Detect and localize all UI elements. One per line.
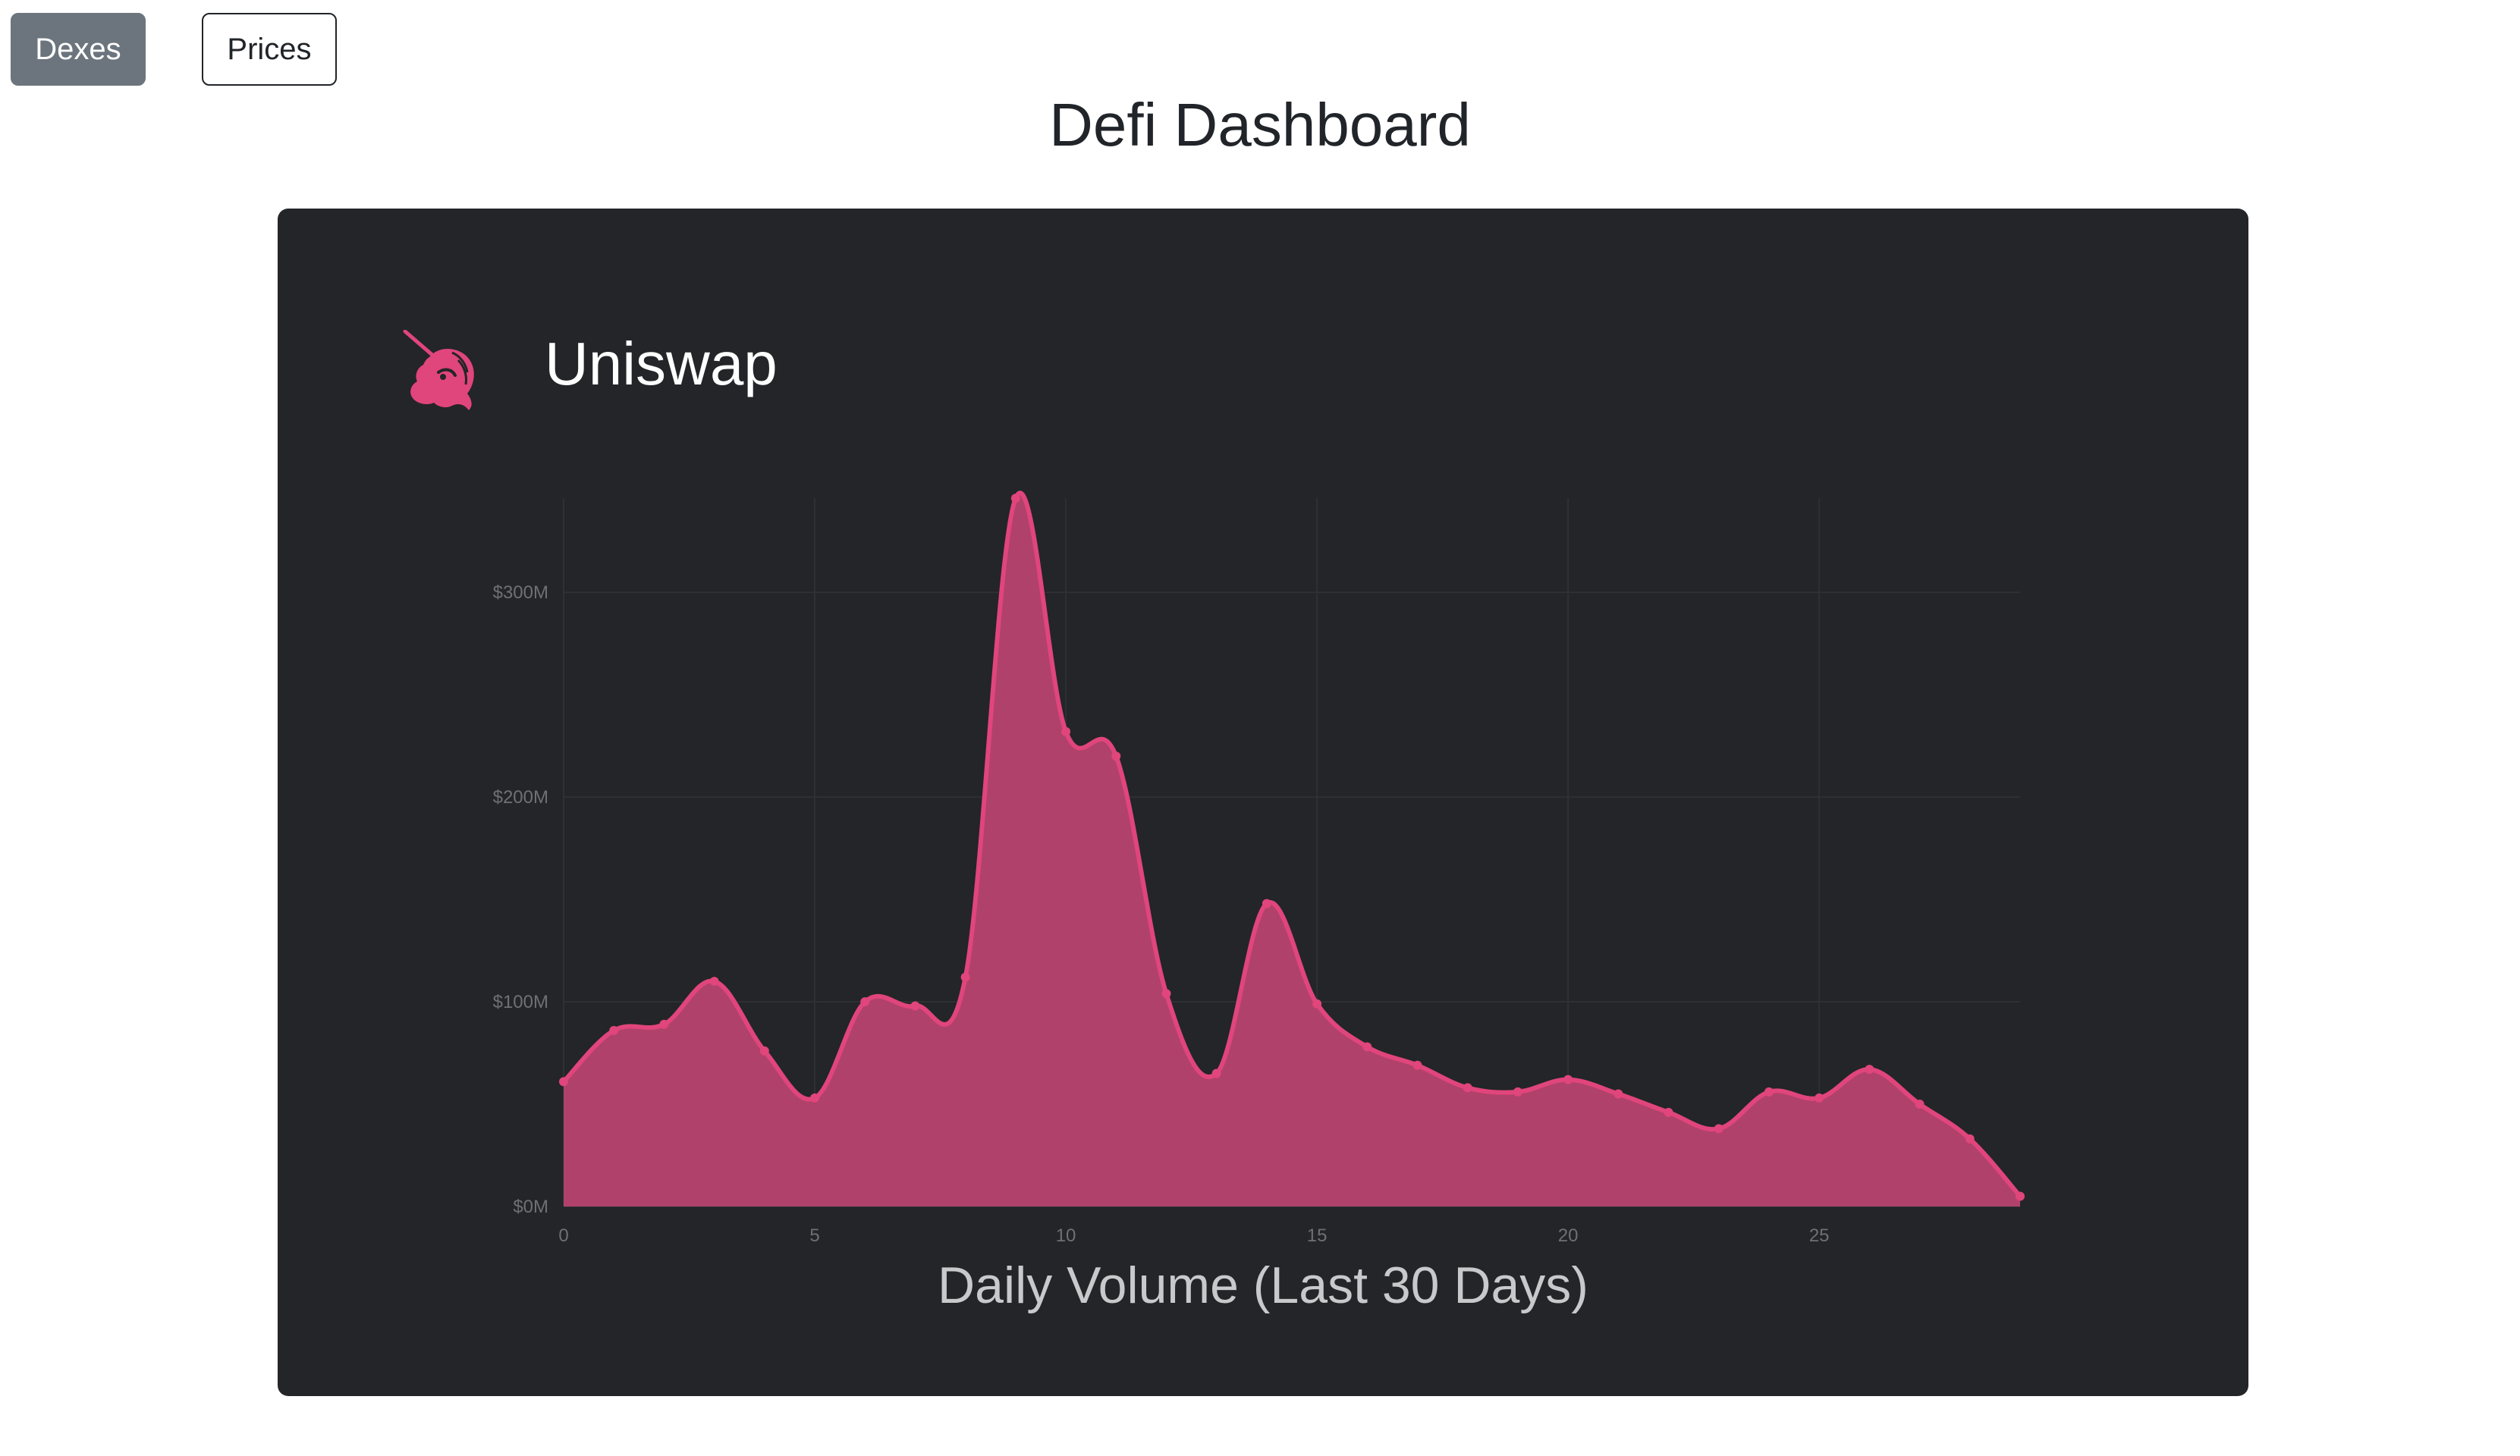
data-point: [1010, 494, 1020, 503]
data-point: [1211, 1068, 1221, 1078]
page-title: Defi Dashboard: [1049, 91, 1471, 158]
x-tick-label: 0: [558, 1225, 568, 1246]
x-axis-title: Daily Volume (Last 30 Days): [938, 1257, 1588, 1314]
x-tick-label: 10: [1056, 1225, 1076, 1246]
data-point: [659, 1019, 669, 1029]
data-point: [1613, 1089, 1623, 1099]
data-point: [1262, 899, 1271, 908]
data-point: [1463, 1083, 1472, 1093]
y-tick-label: $200M: [493, 787, 548, 808]
data-point: [1965, 1134, 1975, 1144]
top-nav: Dexes Prices: [0, 0, 2520, 91]
dex-card: Uniswap $0M $100M $200M $300M 0 5 10 15 20 25 Dai…: [278, 209, 2248, 1396]
y-tick-label: $300M: [493, 582, 548, 603]
data-point: [860, 997, 870, 1007]
data-point: [1412, 1060, 1422, 1070]
x-tick-label: 20: [1558, 1225, 1579, 1246]
data-point: [910, 1001, 920, 1011]
dexes-button[interactable]: Dexes: [11, 13, 146, 86]
volume-area: [564, 493, 2020, 1207]
data-point: [810, 1093, 820, 1103]
data-point: [759, 1046, 769, 1056]
data-point: [709, 977, 719, 987]
x-tick-label: 25: [1809, 1225, 1830, 1246]
data-point: [1915, 1100, 1925, 1109]
data-point: [1312, 999, 1322, 1009]
daily-volume-chart: $0M $100M $200M $300M 0 5 10 15 20 25: [493, 491, 2025, 1246]
data-point: [1664, 1107, 1673, 1117]
prices-button[interactable]: Prices: [202, 13, 337, 86]
x-tick-label: 15: [1307, 1225, 1328, 1246]
data-point: [1161, 989, 1171, 999]
data-point: [1714, 1124, 1723, 1134]
data-point: [960, 972, 970, 982]
data-point: [1815, 1093, 1824, 1103]
data-point: [559, 1077, 568, 1087]
x-tick-label: 5: [809, 1225, 819, 1246]
y-tick-label: $0M: [513, 1197, 548, 1217]
data-point: [1061, 726, 1071, 736]
data-point: [2016, 1191, 2025, 1201]
y-tick-label: $100M: [493, 992, 548, 1012]
data-point: [1865, 1065, 1874, 1075]
data-point: [1362, 1042, 1372, 1052]
data-point: [1764, 1087, 1774, 1097]
data-point: [1513, 1087, 1522, 1097]
data-point: [1111, 752, 1121, 761]
data-point: [609, 1025, 619, 1035]
data-point: [1563, 1075, 1573, 1084]
